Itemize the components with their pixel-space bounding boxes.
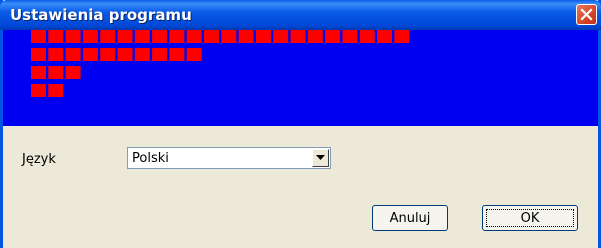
banner-block [255,30,271,43]
banner-block [31,30,46,43]
banner-block [48,66,64,79]
banner-blocks [31,30,410,97]
ok-button[interactable]: OK [482,205,578,231]
cancel-button[interactable]: Anuluj [372,205,448,231]
banner-block [100,48,116,61]
banner-block [186,48,202,61]
language-select[interactable]: Polski [127,147,331,169]
banner-block [307,30,323,43]
banner-block [204,30,219,43]
settings-window: Ustawienia programu Język Polski Anuluj … [0,0,601,248]
chevron-down-icon [316,155,325,160]
banner-block [65,30,81,43]
language-select-value: Polski [132,151,169,166]
banner-block [117,48,133,61]
focus-ring [486,209,574,227]
close-icon [580,8,593,21]
banner-block [48,48,64,61]
header-banner [3,30,598,126]
banner-block [100,30,116,43]
banner-block [31,66,46,79]
banner-block [169,30,185,43]
banner-block [377,30,392,43]
banner-block [186,30,202,43]
banner-block [152,30,168,43]
banner-block [221,30,237,43]
banner-block [359,30,375,43]
banner-block [31,84,46,97]
banner-block [290,30,306,43]
banner-block [117,30,133,43]
cancel-button-label: Anuluj [389,210,431,226]
banner-block [169,48,185,61]
banner-block [342,30,358,43]
banner-block [152,48,168,61]
banner-block [273,30,289,43]
language-label: Język [22,152,56,167]
window-title: Ustawienia programu [10,6,192,24]
banner-block [65,48,81,61]
banner-block [134,30,150,43]
dropdown-button[interactable] [312,149,329,167]
banner-block [238,30,254,43]
close-button[interactable] [576,4,597,25]
banner-block [48,84,64,97]
banner-block [31,48,46,61]
banner-block [48,30,64,43]
banner-block [82,48,98,61]
title-bar[interactable]: Ustawienia programu [0,0,601,30]
banner-block [65,66,81,79]
banner-block [394,30,410,43]
banner-block [82,30,98,43]
banner-block [134,48,150,61]
banner-block [325,30,341,43]
